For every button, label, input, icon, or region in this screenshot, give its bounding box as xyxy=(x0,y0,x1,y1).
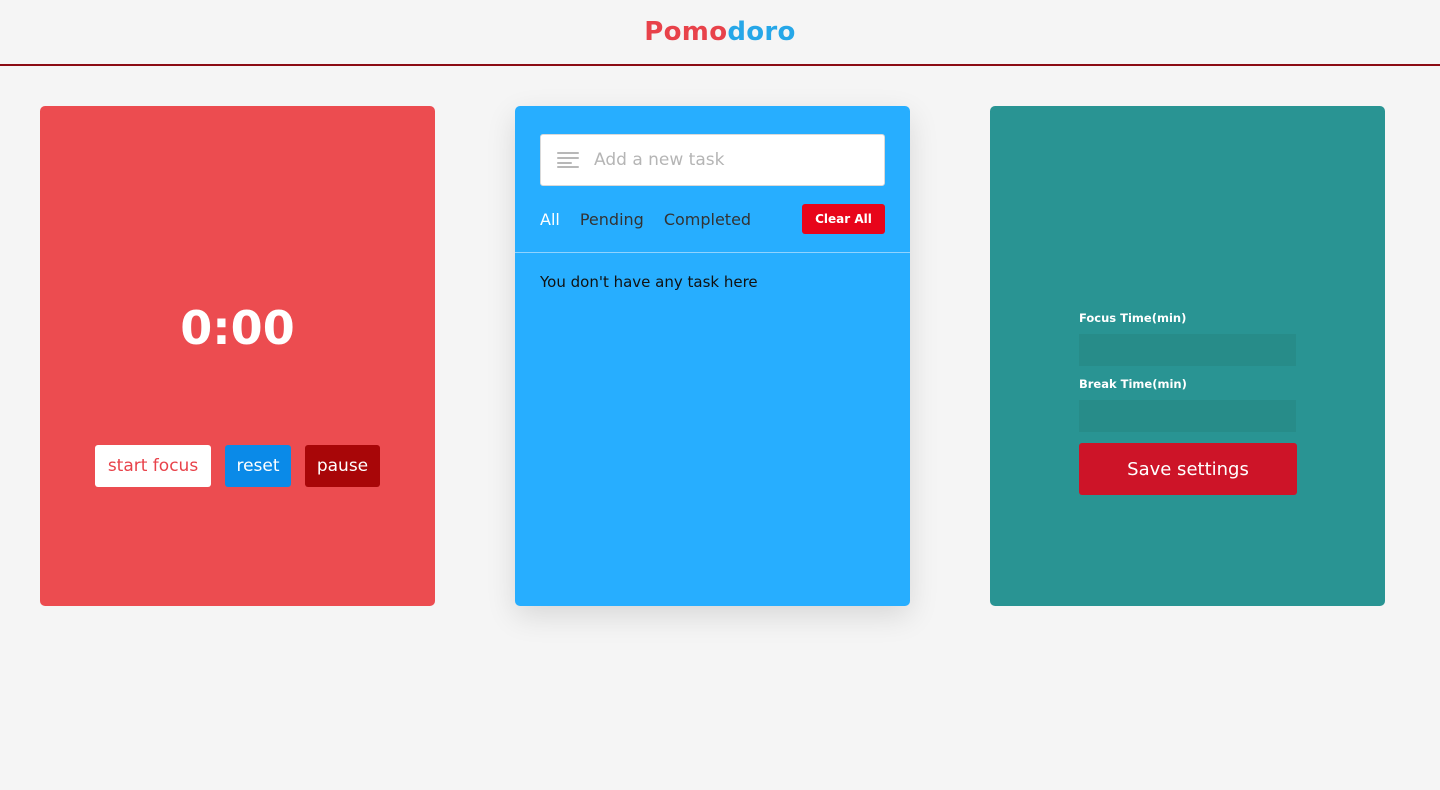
settings-card: Focus Time(min) Break Time(min) Save set… xyxy=(990,106,1385,606)
filter-all[interactable]: All xyxy=(540,210,560,229)
lines-icon xyxy=(557,152,579,168)
focus-time-label: Focus Time(min) xyxy=(1079,311,1187,325)
tasks-card: All Pending Completed Clear All You don'… xyxy=(515,106,910,606)
save-settings-button[interactable]: Save settings xyxy=(1079,443,1297,495)
filter-completed[interactable]: Completed xyxy=(664,210,751,229)
task-divider xyxy=(515,252,910,253)
focus-time-input[interactable] xyxy=(1079,334,1296,366)
filter-pending[interactable]: Pending xyxy=(580,210,644,229)
timer-card: 0:00 start focus reset pause xyxy=(40,106,435,606)
task-filters: All Pending Completed Clear All xyxy=(540,204,885,234)
break-time-label: Break Time(min) xyxy=(1079,377,1187,391)
timer-display: 0:00 xyxy=(180,301,295,355)
logo-text-pomo: Pomo xyxy=(644,17,728,47)
empty-task-message: You don't have any task here xyxy=(540,273,758,291)
app-header: Pomodoro xyxy=(0,0,1440,66)
app-logo: Pomodoro xyxy=(644,17,795,47)
start-focus-button[interactable]: start focus xyxy=(95,445,211,487)
pause-button[interactable]: pause xyxy=(305,445,380,487)
clear-all-button[interactable]: Clear All xyxy=(802,204,885,234)
settings-form: Focus Time(min) Break Time(min) Save set… xyxy=(1079,311,1297,495)
timer-controls: start focus reset pause xyxy=(95,445,380,487)
new-task-input[interactable] xyxy=(594,150,864,170)
task-input-wrapper xyxy=(540,134,885,186)
reset-button[interactable]: reset xyxy=(225,445,291,487)
logo-text-doro: doro xyxy=(727,17,796,47)
break-time-input[interactable] xyxy=(1079,400,1296,432)
